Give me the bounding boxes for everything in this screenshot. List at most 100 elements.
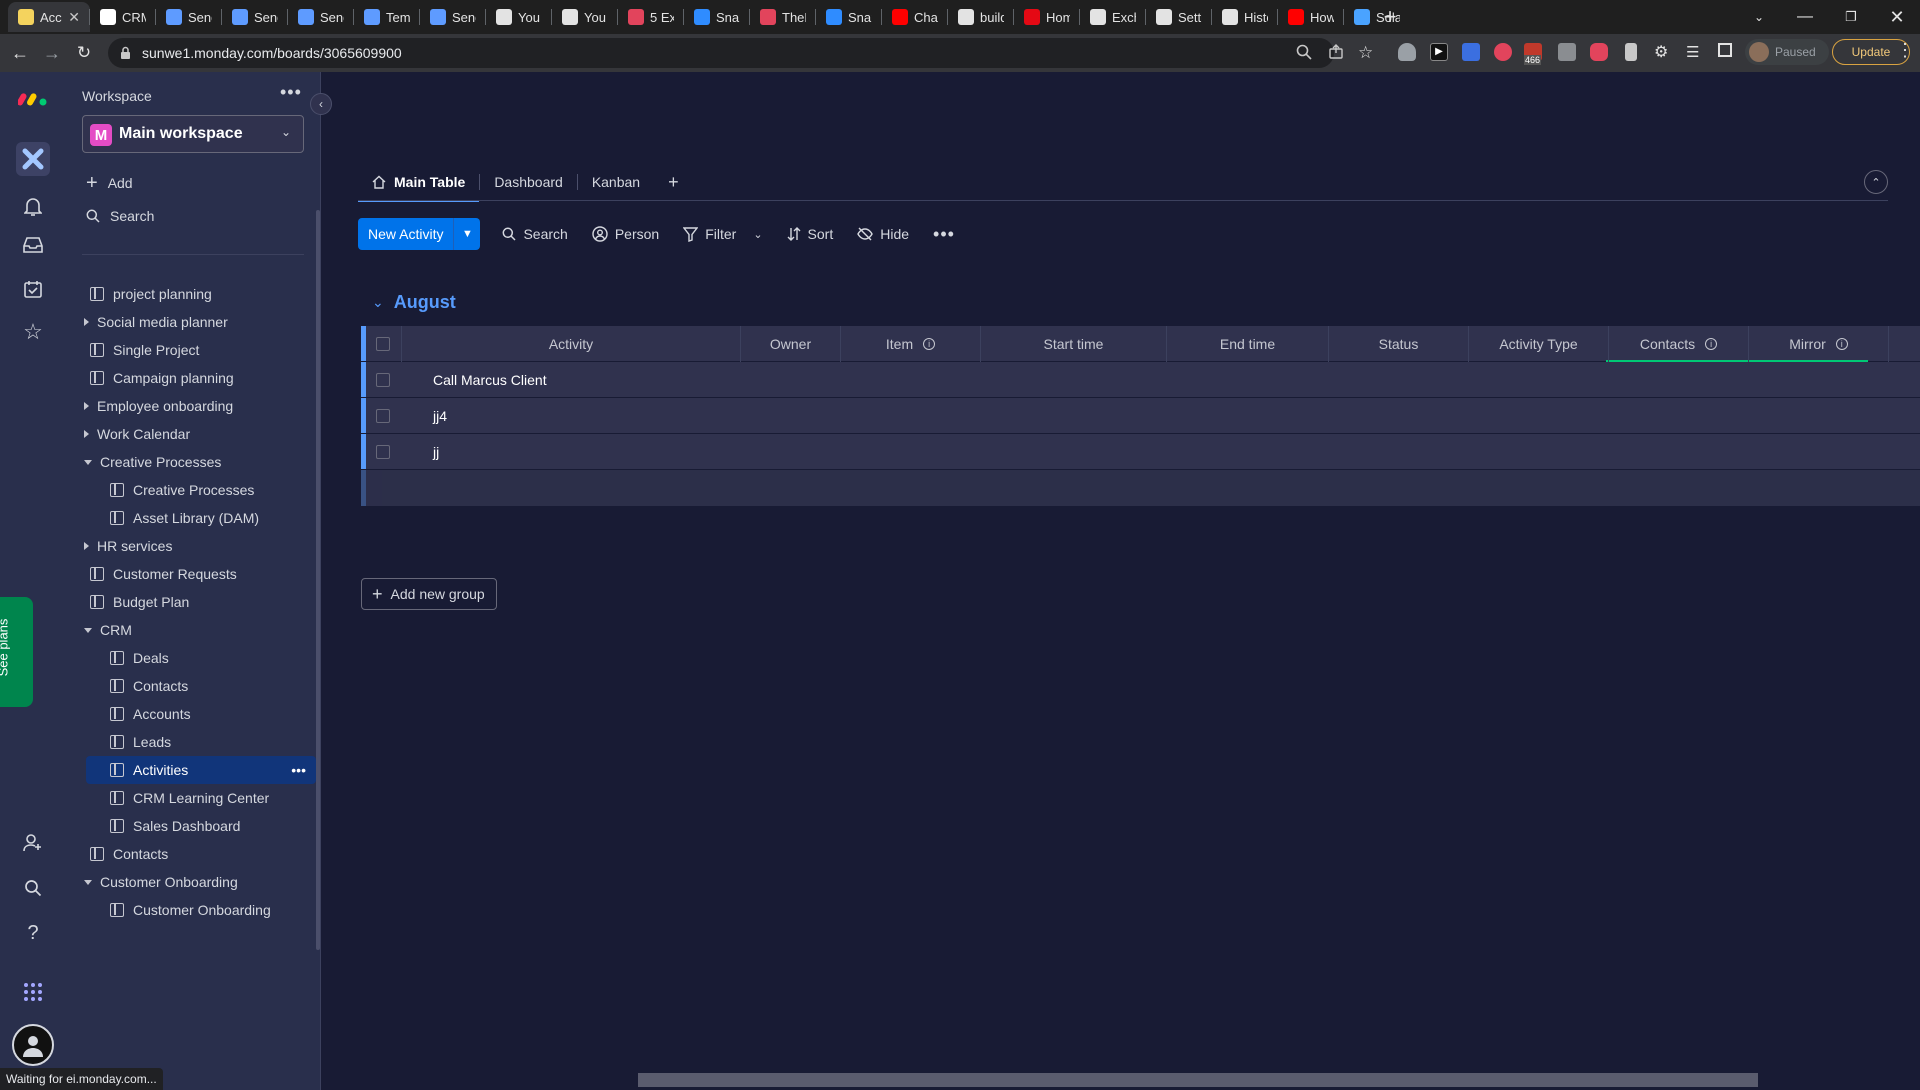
column-header[interactable]: Start time xyxy=(981,326,1167,362)
browser-tab[interactable]: 5 Exam xyxy=(618,2,684,32)
browser-tab[interactable]: Acc ✕ xyxy=(8,2,90,32)
notifications-bell-icon[interactable] xyxy=(18,192,48,222)
collapse-header-icon[interactable]: ⌃ xyxy=(1864,170,1888,194)
browser-tab[interactable]: TheFig xyxy=(750,2,816,32)
sidebar-item[interactable]: Contacts xyxy=(66,672,306,700)
sidebar-search-button[interactable]: Search xyxy=(86,208,154,224)
info-icon[interactable]: i xyxy=(1705,338,1718,350)
column-header[interactable]: End time xyxy=(1167,326,1329,362)
caret-down-icon[interactable] xyxy=(84,627,92,633)
browser-tab[interactable]: Sendin xyxy=(288,2,354,32)
browser-tab[interactable]: Exchan xyxy=(1080,2,1146,32)
group-name[interactable]: August xyxy=(394,292,456,313)
favorites-star-icon[interactable]: ☆ xyxy=(18,317,48,347)
address-bar[interactable]: sunwe1.monday.com/boards/3065609900 xyxy=(108,38,1343,68)
collapse-sidebar-icon[interactable]: ‹ xyxy=(310,93,332,115)
browser-tab[interactable]: buildin xyxy=(948,2,1014,32)
new-activity-button[interactable]: New Activity ▼ xyxy=(358,218,481,250)
caret-down-icon[interactable] xyxy=(84,459,92,465)
sidebar-item[interactable]: Deals xyxy=(66,644,306,672)
view-tab[interactable]: Main Table xyxy=(358,165,480,202)
bookmark-star-icon[interactable]: ☆ xyxy=(1358,43,1373,63)
column-header[interactable]: Activity Type xyxy=(1469,326,1609,362)
workspace-selector[interactable]: M Main workspace ⌄ xyxy=(82,115,304,153)
chevron-down-icon[interactable]: ⌄ xyxy=(372,294,384,311)
browser-tab[interactable]: Chann xyxy=(882,2,948,32)
sidebar-item[interactable]: Work Calendar xyxy=(66,420,306,448)
extension-play-icon[interactable]: ▶ xyxy=(1430,43,1448,61)
search-button[interactable]: Search xyxy=(492,218,577,250)
sidebar-item[interactable]: HR services xyxy=(66,532,306,560)
sidebar-item[interactable]: CRM xyxy=(66,616,306,644)
filter-button[interactable]: Filter ⌄ xyxy=(673,218,772,250)
group-header[interactable]: ⌄ August xyxy=(372,292,456,313)
sidebar-item[interactable]: project planning xyxy=(66,280,306,308)
table-row[interactable]: Call Marcus Client xyxy=(361,362,1920,398)
sidebar-item[interactable]: Contacts xyxy=(66,840,306,868)
sidebar-item[interactable]: Social media planner xyxy=(66,308,306,336)
search-everything-icon[interactable] xyxy=(18,873,48,903)
sidebar-item[interactable]: Customer Onboarding xyxy=(66,868,306,896)
sidebar-scrollbar[interactable] xyxy=(316,210,320,950)
add-button[interactable]: + Add xyxy=(86,173,133,193)
workspace-options-icon[interactable]: ••• xyxy=(280,82,302,103)
sidebar-item[interactable]: Employee onboarding xyxy=(66,392,306,420)
apps-grid-icon[interactable] xyxy=(18,977,48,1007)
extension-bitwarden-icon[interactable] xyxy=(1462,43,1480,61)
add-view-button[interactable]: + xyxy=(654,165,693,199)
sidebar-item[interactable]: CRM Learning Center xyxy=(66,784,306,812)
browser-tab[interactable]: You Au xyxy=(486,2,552,32)
column-header[interactable]: Item i xyxy=(841,326,981,362)
zoom-icon[interactable] xyxy=(1296,44,1312,60)
sidebar-item[interactable]: Customer Requests xyxy=(66,560,306,588)
forward-button[interactable]: → xyxy=(40,41,64,65)
inbox-icon[interactable] xyxy=(18,230,48,260)
browser-tab[interactable]: Templa xyxy=(354,2,420,32)
close-window-button[interactable]: ✕ xyxy=(1874,0,1920,34)
caret-right-icon[interactable] xyxy=(84,318,89,326)
tab-close-icon[interactable]: ✕ xyxy=(68,9,80,26)
more-options-icon[interactable]: ••• xyxy=(923,218,965,250)
info-icon[interactable]: i xyxy=(1835,338,1848,350)
browser-menu-icon[interactable]: ⋮ xyxy=(1896,40,1914,61)
extension-lamp-icon[interactable] xyxy=(1625,43,1637,61)
sidebar-item[interactable]: Customer Onboarding xyxy=(66,896,306,924)
item-options-icon[interactable]: ••• xyxy=(291,762,306,778)
sidebar-item[interactable]: Single Project xyxy=(66,336,306,364)
sort-button[interactable]: Sort xyxy=(777,218,844,250)
select-all-checkbox[interactable] xyxy=(376,337,390,351)
caret-right-icon[interactable] xyxy=(84,402,89,410)
column-header[interactable]: Mirror i xyxy=(1749,326,1889,362)
item-name[interactable]: Call Marcus Client xyxy=(433,362,547,398)
caret-down-icon[interactable] xyxy=(84,879,92,885)
person-filter-button[interactable]: Person xyxy=(582,218,669,250)
browser-tab[interactable]: History xyxy=(1212,2,1278,32)
chevron-down-icon[interactable]: ▼ xyxy=(453,218,480,250)
column-header[interactable]: Activity xyxy=(401,326,741,362)
help-icon[interactable]: ? xyxy=(18,918,48,948)
profile-button[interactable]: Paused xyxy=(1745,39,1829,65)
restore-button[interactable]: ❐ xyxy=(1828,0,1874,34)
sidebar-item[interactable]: Creative Processes xyxy=(66,476,306,504)
reload-button[interactable]: ↻ xyxy=(72,41,96,65)
side-panel-icon[interactable] xyxy=(1718,43,1732,57)
view-tab[interactable]: Dashboard xyxy=(480,165,577,199)
view-tab[interactable]: Kanban xyxy=(578,165,654,199)
sidebar-item[interactable]: Asset Library (DAM) xyxy=(66,504,306,532)
extension-photo-icon[interactable] xyxy=(1558,43,1576,61)
back-button[interactable]: ← xyxy=(8,41,32,65)
sidebar-item[interactable]: Leads xyxy=(66,728,306,756)
caret-right-icon[interactable] xyxy=(84,542,89,550)
user-avatar-icon[interactable] xyxy=(12,1024,54,1066)
row-checkbox[interactable] xyxy=(376,373,390,387)
share-icon[interactable] xyxy=(1328,44,1344,60)
table-row[interactable]: jj4 xyxy=(361,398,1920,434)
browser-tab[interactable]: Sendin xyxy=(420,2,486,32)
column-header[interactable]: Status xyxy=(1329,326,1469,362)
sidebar-item[interactable]: Accounts xyxy=(66,700,306,728)
browser-tab[interactable]: Sendin xyxy=(222,2,288,32)
column-header[interactable]: Owner xyxy=(741,326,841,362)
info-icon[interactable]: i xyxy=(923,338,936,350)
extension-red-icon[interactable] xyxy=(1494,43,1512,61)
item-name[interactable]: jj4 xyxy=(433,398,447,434)
